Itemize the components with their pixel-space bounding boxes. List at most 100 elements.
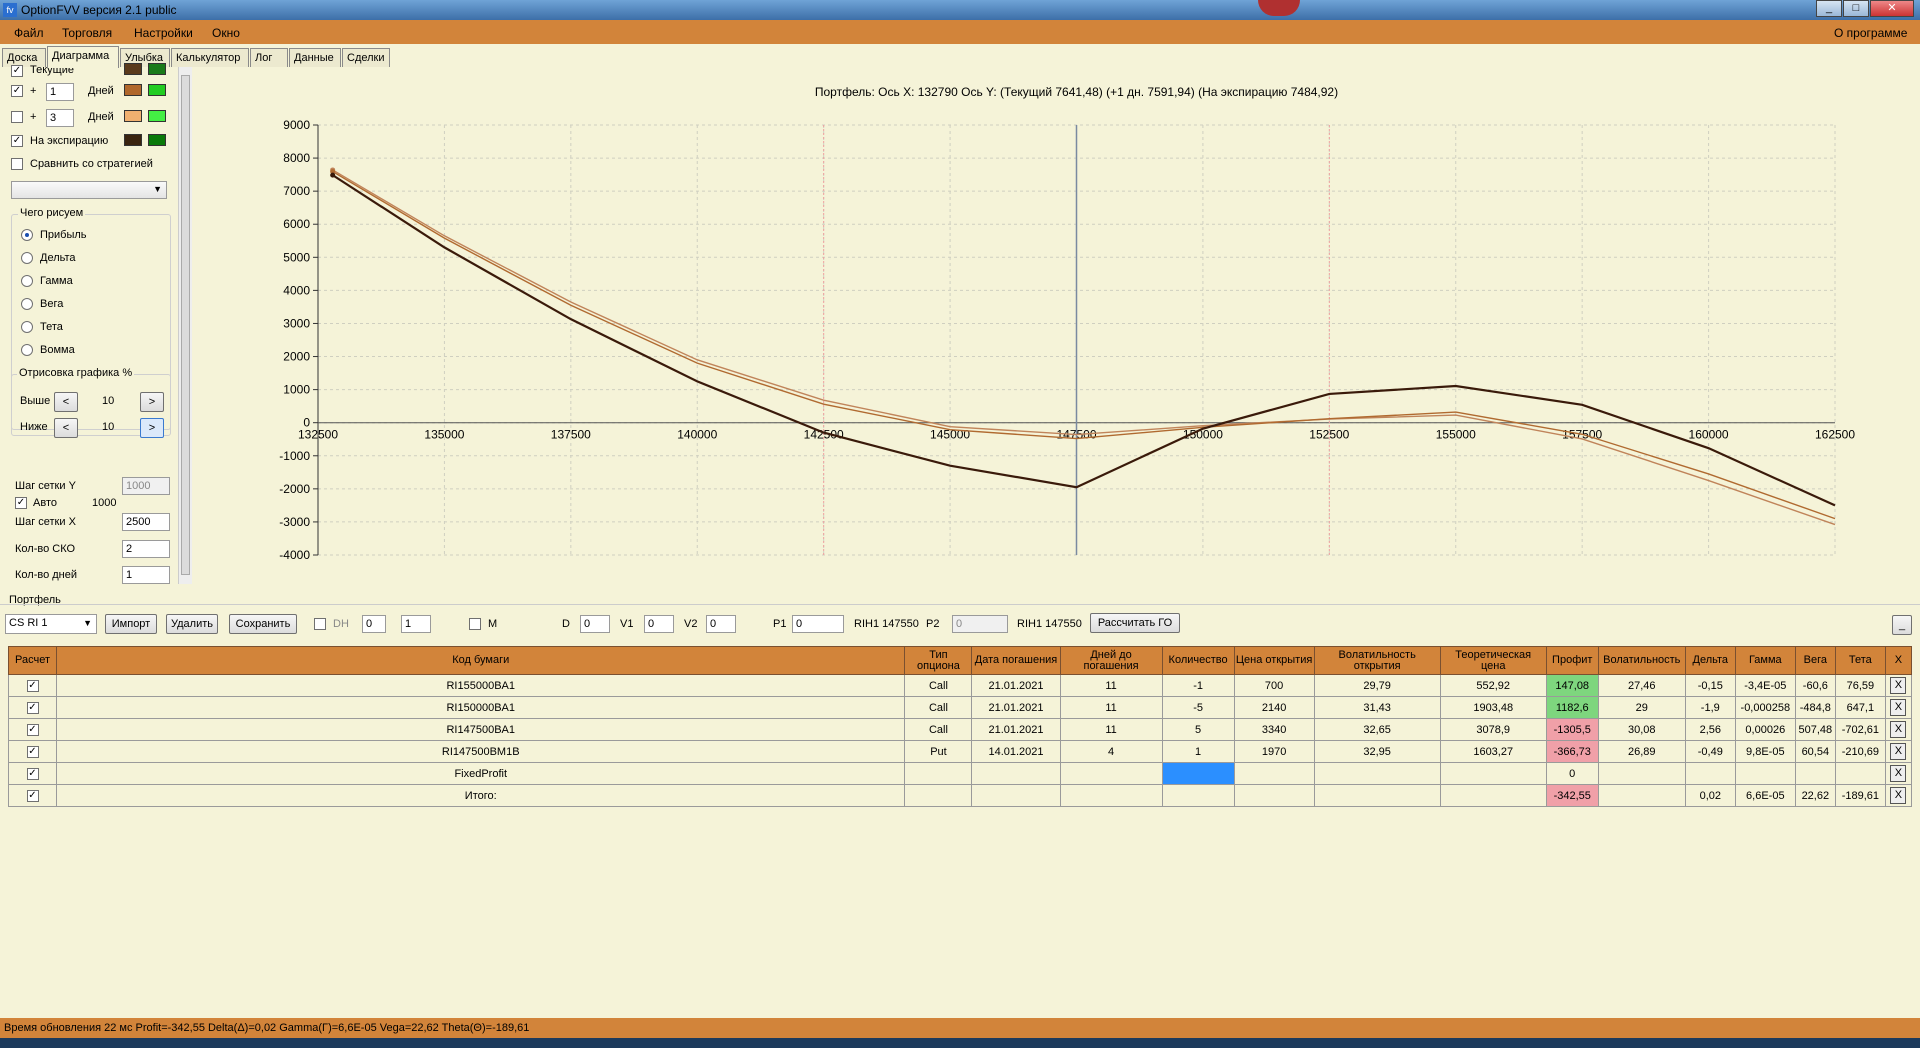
table-row[interactable]: ✓ Итого: -342,55 0,02 6,6E-05 22,62 -189,61 X bbox=[7, 784, 1913, 807]
m-checkbox[interactable] bbox=[469, 618, 481, 630]
cell-qty[interactable] bbox=[1161, 762, 1235, 785]
v2-input[interactable]: 0 bbox=[706, 615, 736, 633]
remove-row-button[interactable]: X bbox=[1890, 721, 1907, 738]
cell-qty[interactable]: -5 bbox=[1161, 696, 1235, 719]
grid-x-input[interactable]: 2500 bbox=[122, 513, 170, 531]
tab-data[interactable]: Данные bbox=[289, 48, 341, 67]
dh-checkbox[interactable] bbox=[314, 618, 326, 630]
header-theta[interactable]: Тета bbox=[1834, 646, 1886, 675]
header-code[interactable]: Код бумаги bbox=[56, 646, 906, 675]
row-checkbox[interactable]: ✓ bbox=[26, 746, 39, 758]
menu-window[interactable]: Окно bbox=[212, 26, 240, 40]
row-checkbox[interactable]: ✓ bbox=[26, 724, 39, 736]
remove-row-button[interactable]: X bbox=[1890, 765, 1907, 782]
header-delta[interactable]: Дельта bbox=[1684, 646, 1736, 675]
remove-row-button[interactable]: X bbox=[1890, 787, 1907, 804]
current-color-a[interactable] bbox=[124, 63, 142, 75]
compare-checkbox[interactable] bbox=[11, 158, 23, 170]
row-checkbox[interactable]: ✓ bbox=[26, 790, 39, 802]
auto-checkbox[interactable]: ✓ bbox=[15, 497, 27, 509]
header-open-vol[interactable]: Волатильность открытия bbox=[1313, 646, 1441, 675]
expiry-color-a[interactable] bbox=[124, 134, 142, 146]
remove-row-button[interactable]: X bbox=[1890, 699, 1907, 716]
header-gamma[interactable]: Гамма bbox=[1734, 646, 1796, 675]
grid-y-input[interactable]: 1000 bbox=[122, 477, 170, 495]
portfolio-select[interactable]: CS RI 1 ▼ bbox=[5, 614, 97, 634]
header-expiry[interactable]: Дата погашения bbox=[971, 646, 1061, 675]
days1-color-b[interactable] bbox=[148, 84, 166, 96]
row-checkbox[interactable]: ✓ bbox=[26, 702, 39, 714]
cell-qty[interactable]: 5 bbox=[1161, 718, 1235, 741]
header-x[interactable]: X bbox=[1884, 646, 1913, 675]
calc-checkbox[interactable]: ✓ bbox=[7, 718, 58, 741]
days1-color-a[interactable] bbox=[124, 84, 142, 96]
cell-qty[interactable] bbox=[1161, 784, 1235, 807]
days3-input[interactable]: 3 bbox=[46, 109, 74, 127]
radio-gamma[interactable] bbox=[21, 275, 33, 287]
remove-row-button[interactable]: X bbox=[1890, 677, 1907, 694]
row-checkbox[interactable]: ✓ bbox=[26, 680, 39, 692]
maximize-button[interactable]: □ bbox=[1843, 0, 1869, 17]
dh-spin-2[interactable]: 1 bbox=[401, 615, 431, 633]
header-days[interactable]: Дней до погашения bbox=[1059, 646, 1163, 675]
radio-vega[interactable] bbox=[21, 298, 33, 310]
header-theor-price[interactable]: Теоретическая цена bbox=[1439, 646, 1547, 675]
header-profit[interactable]: Профит bbox=[1545, 646, 1599, 675]
import-button[interactable]: Импорт bbox=[105, 614, 157, 634]
d-input[interactable]: 0 bbox=[580, 615, 610, 633]
save-button[interactable]: Сохранить bbox=[229, 614, 297, 634]
menu-file[interactable]: Файл bbox=[14, 26, 44, 40]
v1-input[interactable]: 0 bbox=[644, 615, 674, 633]
sko-input[interactable]: 2 bbox=[122, 540, 170, 558]
above-increase-button[interactable]: > bbox=[140, 392, 164, 412]
plus3-checkbox[interactable] bbox=[11, 111, 23, 123]
tab-calculator[interactable]: Калькулятор bbox=[171, 48, 249, 67]
table-row[interactable]: ✓ FixedProfit 0 X bbox=[7, 762, 1913, 785]
chart-svg[interactable]: Портфель: Ось X: 132790 Ось Y: (Текущий … bbox=[193, 67, 1920, 584]
header-calc[interactable]: Расчет bbox=[7, 646, 58, 675]
delete-button[interactable]: Удалить bbox=[166, 614, 218, 634]
strategy-select[interactable]: ▼ bbox=[11, 181, 167, 199]
radio-delta[interactable] bbox=[21, 252, 33, 264]
calc-checkbox[interactable]: ✓ bbox=[7, 696, 58, 719]
p2-input[interactable]: 0 bbox=[952, 615, 1008, 633]
header-qty[interactable]: Количество bbox=[1161, 646, 1235, 675]
plus1-checkbox[interactable]: ✓ bbox=[11, 85, 23, 97]
dh-spin-1[interactable]: 0 bbox=[362, 615, 386, 633]
calc-go-button[interactable]: Рассчитать ГО bbox=[1090, 613, 1180, 633]
header-vega[interactable]: Вега bbox=[1794, 646, 1836, 675]
cell-qty[interactable]: -1 bbox=[1161, 674, 1235, 697]
radio-profit[interactable] bbox=[21, 229, 33, 241]
current-color-b[interactable] bbox=[148, 63, 166, 75]
table-row[interactable]: ✓ RI155000BA1 Call 21.01.2021 11 -1 700 29,79 55… bbox=[7, 674, 1913, 697]
p1-input[interactable]: 0 bbox=[792, 615, 844, 633]
table-row[interactable]: ✓ RI147500BA1 Call 21.01.2021 11 5 3340 32,65 30… bbox=[7, 718, 1913, 741]
below-increase-button[interactable]: > bbox=[140, 418, 164, 438]
remove-row-button[interactable]: X bbox=[1890, 743, 1907, 760]
above-decrease-button[interactable]: < bbox=[54, 392, 78, 412]
days-count-input[interactable]: 1 bbox=[122, 566, 170, 584]
collapse-button[interactable]: _ bbox=[1892, 615, 1912, 635]
calc-checkbox[interactable]: ✓ bbox=[7, 784, 58, 807]
table-row[interactable]: ✓ RI150000BA1 Call 21.01.2021 11 -5 2140 31,43 1… bbox=[7, 696, 1913, 719]
row-checkbox[interactable]: ✓ bbox=[26, 768, 39, 780]
expiry-checkbox[interactable]: ✓ bbox=[11, 135, 23, 147]
menu-settings[interactable]: Настройки bbox=[134, 26, 193, 40]
table-row[interactable]: ✓ RI147500BM1B Put 14.01.2021 4 1 1970 32,95 160… bbox=[7, 740, 1913, 763]
menu-trade[interactable]: Торговля bbox=[62, 26, 112, 40]
menu-about[interactable]: О программе bbox=[1834, 26, 1907, 40]
radio-theta[interactable] bbox=[21, 321, 33, 333]
current-checkbox[interactable]: ✓ bbox=[11, 65, 23, 77]
days3-color-b[interactable] bbox=[148, 110, 166, 122]
header-vol[interactable]: Волатильность bbox=[1597, 646, 1686, 675]
minimize-button[interactable]: _ bbox=[1816, 0, 1842, 17]
header-type[interactable]: Тип опциона bbox=[904, 646, 973, 675]
calc-checkbox[interactable]: ✓ bbox=[7, 762, 58, 785]
tab-diagram[interactable]: Диаграмма bbox=[47, 46, 119, 68]
close-button[interactable]: ✕ bbox=[1870, 0, 1914, 17]
radio-vomma[interactable] bbox=[21, 344, 33, 356]
days1-input[interactable]: 1 bbox=[46, 83, 74, 101]
calc-checkbox[interactable]: ✓ bbox=[7, 740, 58, 763]
calc-checkbox[interactable]: ✓ bbox=[7, 674, 58, 697]
tab-deals[interactable]: Сделки bbox=[342, 48, 390, 67]
